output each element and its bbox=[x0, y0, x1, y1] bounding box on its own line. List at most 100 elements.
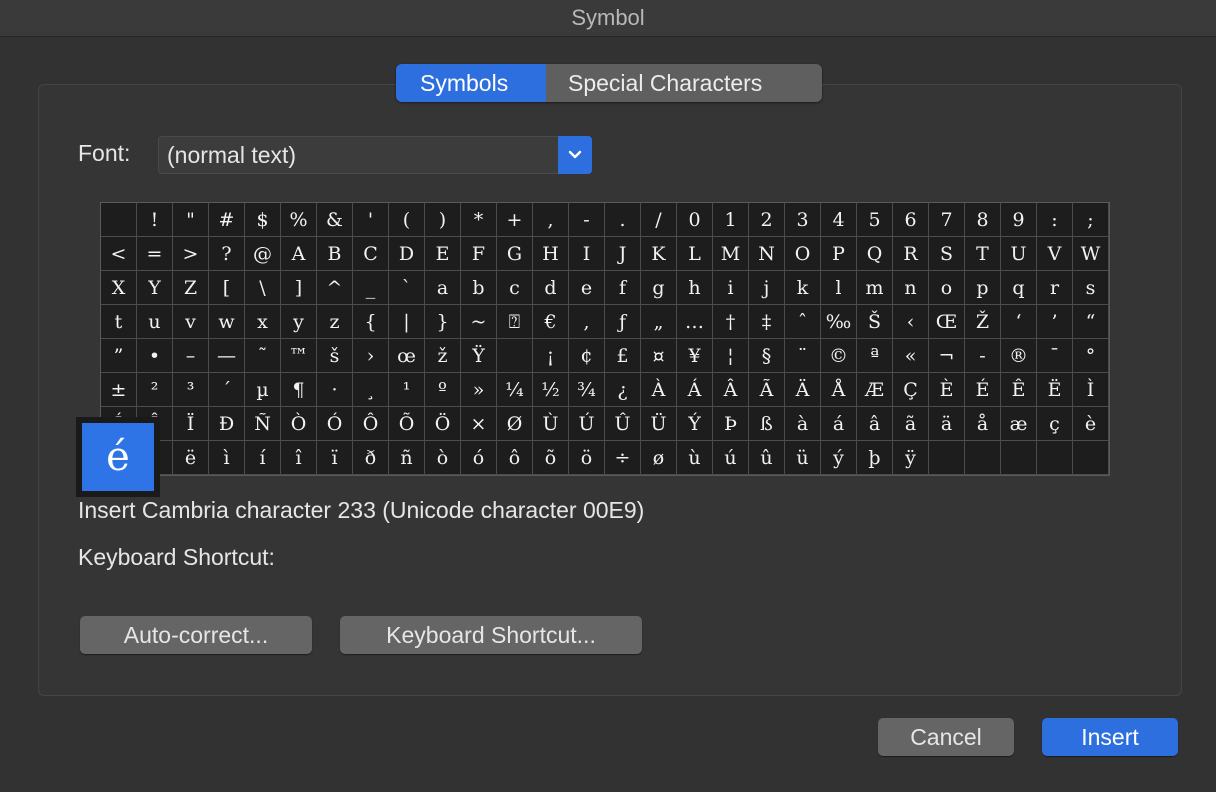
symbol-cell[interactable]: » bbox=[461, 373, 497, 407]
symbol-cell[interactable]: + bbox=[497, 203, 533, 237]
symbol-cell[interactable]: ® bbox=[1001, 339, 1037, 373]
symbol-cell[interactable]: ¹ bbox=[389, 373, 425, 407]
chevron-down-icon[interactable] bbox=[558, 136, 592, 174]
symbol-cell[interactable]: _ bbox=[353, 271, 389, 305]
symbol-cell[interactable]: ä bbox=[929, 407, 965, 441]
symbol-cell[interactable]: ý bbox=[821, 441, 857, 475]
autocorrect-button[interactable]: Auto-correct... bbox=[80, 616, 312, 654]
symbol-cell[interactable]: ³ bbox=[173, 373, 209, 407]
symbol-cell[interactable]: } bbox=[425, 305, 461, 339]
symbol-cell[interactable]: Ä bbox=[785, 373, 821, 407]
symbol-cell[interactable]: $ bbox=[245, 203, 281, 237]
symbol-cell[interactable]: ô bbox=[497, 441, 533, 475]
symbol-cell[interactable]: 6 bbox=[893, 203, 929, 237]
symbol-cell[interactable]: ¢ bbox=[569, 339, 605, 373]
symbol-cell[interactable]: 7 bbox=[929, 203, 965, 237]
symbol-cell[interactable]: Y bbox=[137, 271, 173, 305]
symbol-cell[interactable]: Ã bbox=[749, 373, 785, 407]
symbol-cell[interactable]: Œ bbox=[929, 305, 965, 339]
symbol-cell[interactable]: 0 bbox=[677, 203, 713, 237]
symbol-cell[interactable]: ß bbox=[749, 407, 785, 441]
symbol-cell[interactable]: t bbox=[101, 305, 137, 339]
symbol-cell[interactable]: m bbox=[857, 271, 893, 305]
symbol-cell[interactable]: š bbox=[317, 339, 353, 373]
symbol-cell[interactable]: « bbox=[893, 339, 929, 373]
symbol-cell[interactable]: k bbox=[785, 271, 821, 305]
symbol-cell[interactable]: £ bbox=[605, 339, 641, 373]
symbol-cell[interactable]: E bbox=[425, 237, 461, 271]
symbol-cell[interactable]: ± bbox=[101, 373, 137, 407]
symbol-cell[interactable]: ü bbox=[785, 441, 821, 475]
symbol-cell[interactable]: , bbox=[569, 305, 605, 339]
symbol-cell[interactable]: É bbox=[965, 373, 1001, 407]
symbol-cell[interactable]: â bbox=[857, 407, 893, 441]
symbol-cell[interactable]: œ bbox=[389, 339, 425, 373]
symbol-cell[interactable]: — bbox=[209, 339, 245, 373]
symbol-cell[interactable]: T bbox=[965, 237, 1001, 271]
symbol-cell[interactable]: å bbox=[965, 407, 1001, 441]
symbol-cell[interactable]: Ð bbox=[209, 407, 245, 441]
symbol-cell[interactable]: ù bbox=[677, 441, 713, 475]
symbol-cell[interactable]: B bbox=[317, 237, 353, 271]
symbol-cell[interactable]: Æ bbox=[857, 373, 893, 407]
symbol-cell[interactable]: ö bbox=[569, 441, 605, 475]
symbol-cell[interactable]: r bbox=[1037, 271, 1073, 305]
symbol-cell[interactable]: ° bbox=[1073, 339, 1109, 373]
symbol-cell[interactable]: – bbox=[173, 339, 209, 373]
symbol-cell[interactable]: ´ bbox=[209, 373, 245, 407]
symbol-cell[interactable]: ë bbox=[173, 441, 209, 475]
symbol-cell[interactable]: × bbox=[461, 407, 497, 441]
symbol-cell[interactable]: O bbox=[785, 237, 821, 271]
symbol-cell[interactable]: A bbox=[281, 237, 317, 271]
symbol-cell[interactable]: q bbox=[1001, 271, 1037, 305]
symbol-cell[interactable]: N bbox=[749, 237, 785, 271]
symbol-cell[interactable]: Ï bbox=[173, 407, 209, 441]
symbol-cell[interactable]: ¤ bbox=[641, 339, 677, 373]
symbol-cell[interactable]: ’ bbox=[1037, 305, 1073, 339]
symbol-cell[interactable]: I bbox=[569, 237, 605, 271]
symbol-cell[interactable]: ( bbox=[389, 203, 425, 237]
symbol-cell[interactable]: Á bbox=[677, 373, 713, 407]
keyboard-shortcut-button[interactable]: Keyboard Shortcut... bbox=[340, 616, 642, 654]
symbol-cell[interactable]: ¸ bbox=[353, 373, 389, 407]
symbol-cell[interactable]: ² bbox=[137, 373, 173, 407]
symbol-cell[interactable]: n bbox=[893, 271, 929, 305]
symbol-cell[interactable]: h bbox=[677, 271, 713, 305]
symbol-cell[interactable]: ñ bbox=[389, 441, 425, 475]
symbol-cell[interactable]: < bbox=[101, 237, 137, 271]
symbol-cell[interactable]: þ bbox=[857, 441, 893, 475]
symbol-cell[interactable]: È bbox=[929, 373, 965, 407]
symbol-cell[interactable]: o bbox=[929, 271, 965, 305]
symbol-cell[interactable]: ^ bbox=[317, 271, 353, 305]
symbol-cell[interactable]: “ bbox=[1073, 305, 1109, 339]
symbol-cell[interactable]: ¼ bbox=[497, 373, 533, 407]
symbol-cell[interactable]: ? bbox=[209, 237, 245, 271]
symbol-cell[interactable]: \ bbox=[245, 271, 281, 305]
symbol-cell[interactable]: Õ bbox=[389, 407, 425, 441]
symbol-cell[interactable]: s bbox=[1073, 271, 1109, 305]
cancel-button[interactable]: Cancel bbox=[878, 718, 1014, 756]
symbol-cell[interactable]: ¡ bbox=[533, 339, 569, 373]
symbol-cell[interactable]: è bbox=[1073, 407, 1109, 441]
symbol-cell[interactable]: Ø bbox=[497, 407, 533, 441]
symbol-cell[interactable]: ‘ bbox=[1001, 305, 1037, 339]
symbol-cell[interactable]: [ bbox=[209, 271, 245, 305]
symbol-cell[interactable]: 8 bbox=[965, 203, 1001, 237]
symbol-cell[interactable]: ] bbox=[281, 271, 317, 305]
symbol-cell[interactable]: Š bbox=[857, 305, 893, 339]
symbol-cell[interactable]: # bbox=[209, 203, 245, 237]
symbol-cell[interactable]: Ÿ bbox=[461, 339, 497, 373]
symbol-cell[interactable]: , bbox=[533, 203, 569, 237]
symbol-cell[interactable]: & bbox=[317, 203, 353, 237]
symbol-cell[interactable]: Z bbox=[173, 271, 209, 305]
symbol-cell[interactable]: ” bbox=[101, 339, 137, 373]
symbol-cell[interactable]: y bbox=[281, 305, 317, 339]
symbol-cell[interactable]: X bbox=[101, 271, 137, 305]
symbol-cell[interactable]: ç bbox=[1037, 407, 1073, 441]
symbol-cell[interactable]: Ù bbox=[533, 407, 569, 441]
symbol-cell[interactable]: ó bbox=[461, 441, 497, 475]
symbol-cell[interactable]: ð bbox=[353, 441, 389, 475]
symbol-cell[interactable]: Å bbox=[821, 373, 857, 407]
symbol-cell[interactable]: 9 bbox=[1001, 203, 1037, 237]
symbol-cell[interactable]: Ö bbox=[425, 407, 461, 441]
